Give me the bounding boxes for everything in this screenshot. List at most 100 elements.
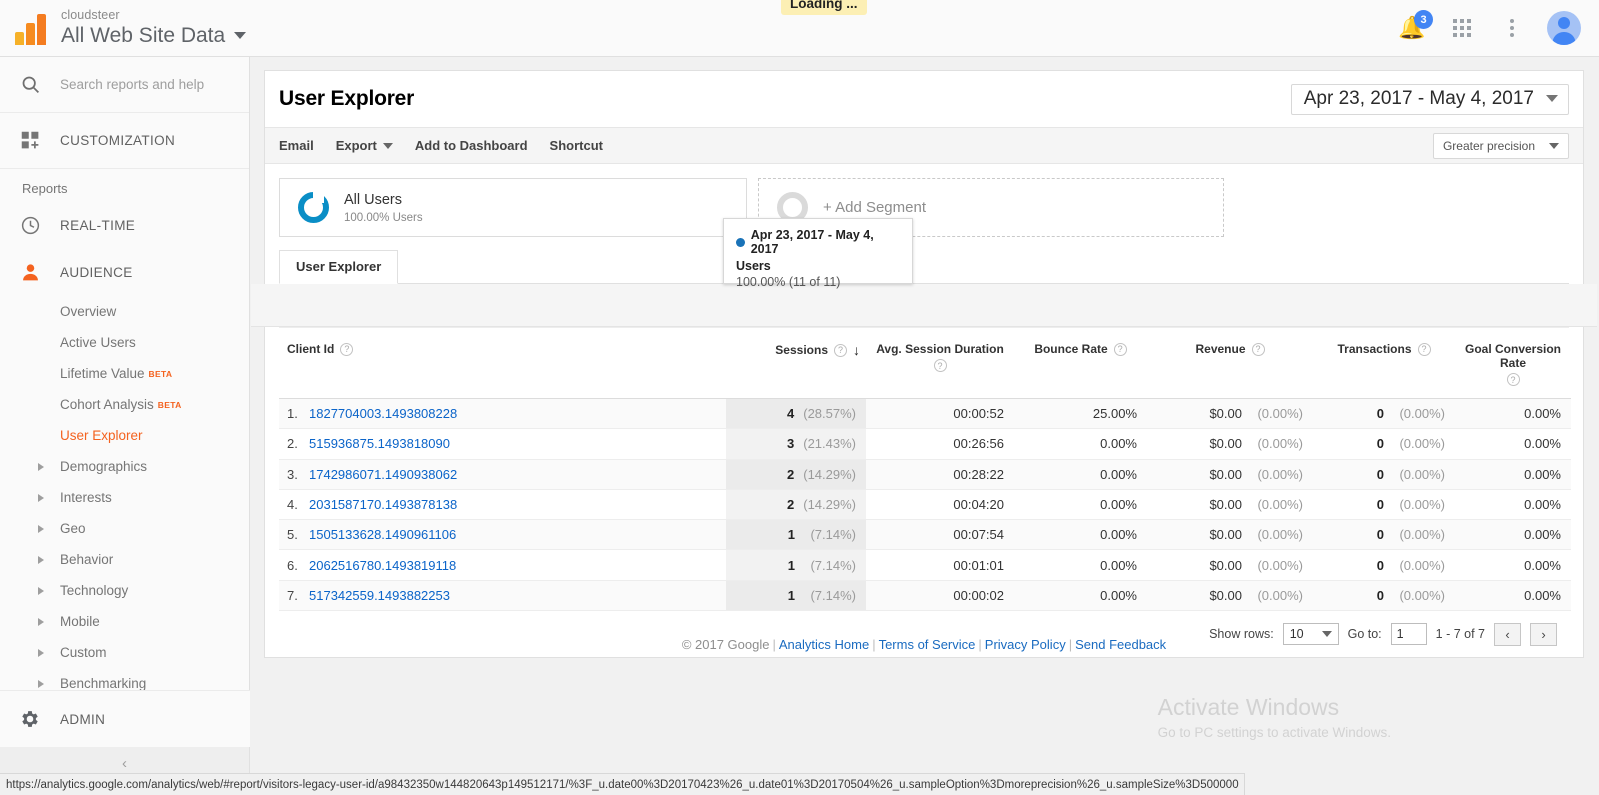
bounce-rate-label: Bounce Rate	[1034, 342, 1108, 356]
sidebar-item-lifetime-value[interactable]: Lifetime Value BETA	[0, 358, 249, 389]
sort-descending-icon[interactable]: ↓	[853, 342, 860, 358]
segment-text: All Users 100.00% Users	[344, 191, 423, 224]
help-icon[interactable]: ?	[1417, 342, 1431, 356]
sidebar-item-geo[interactable]: Geo	[0, 513, 249, 544]
client-id-link[interactable]: 515936875.1493818090	[309, 436, 450, 451]
cell-revenue: $0.00 (0.00%)	[1147, 519, 1313, 551]
avatar[interactable]	[1547, 11, 1581, 45]
sidebar-item-customization[interactable]: CUSTOMIZATION	[0, 113, 249, 169]
expand-triangle-icon	[38, 524, 44, 533]
footer-link[interactable]: Terms of Service	[879, 637, 976, 652]
segment-percentage: 100.00% Users	[344, 211, 423, 224]
footer-separator: |	[978, 637, 982, 652]
column-header-revenue[interactable]: Revenue ?	[1147, 328, 1313, 399]
column-header-transactions[interactable]: Transactions ?	[1313, 328, 1455, 399]
column-header-client-id[interactable]: Client Id ?	[279, 328, 726, 399]
cell-client-id[interactable]: 4. 2031587170.1493878138	[279, 489, 726, 521]
revenue-value: $0.00	[1209, 466, 1242, 482]
sidebar-item-real-time[interactable]: REAL-TIME	[0, 202, 249, 249]
add-to-dashboard-button[interactable]: Add to Dashboard	[415, 138, 528, 153]
client-id-link[interactable]: 517342559.1493882253	[309, 588, 450, 603]
cell-client-id[interactable]: 5. 1505133628.1490961106	[279, 519, 726, 551]
help-icon[interactable]: ?	[1506, 373, 1520, 386]
sidebar-item-label: Mobile	[60, 614, 100, 629]
notifications-button[interactable]: 🔔 3	[1397, 10, 1433, 43]
tooltip-range-row: Apr 23, 2017 - May 4, 2017	[736, 228, 900, 256]
sidebar-item-label: User Explorer	[60, 428, 143, 443]
export-button[interactable]: Export	[336, 138, 393, 153]
clock-icon	[0, 215, 60, 236]
transactions-percent: (0.00%)	[1399, 557, 1445, 573]
tab-user-explorer[interactable]: User Explorer	[279, 250, 399, 284]
sidebar-item-user-explorer[interactable]: User Explorer	[0, 420, 249, 451]
revenue-percent: (0.00%)	[1257, 436, 1303, 452]
cell-client-id[interactable]: 6. 2062516780.1493819118	[279, 549, 726, 581]
sidebar-item-behavior[interactable]: Behavior	[0, 544, 249, 575]
sidebar-item-technology[interactable]: Technology	[0, 575, 249, 606]
column-header-goal-conversion-rate[interactable]: Goal Conversion Rate ?	[1455, 328, 1571, 399]
sidebar-item-label: Overview	[60, 304, 117, 319]
table-row[interactable]: 4. 2031587170.1493878138 2 (14.29%) 00:04:20…	[279, 489, 1571, 521]
search-row	[0, 57, 249, 113]
sidebar-item-interests[interactable]: Interests	[0, 482, 249, 513]
cell-client-id[interactable]: 1. 1827704003.1493808228	[279, 398, 726, 430]
segment-all-users[interactable]: All Users 100.00% Users	[279, 178, 747, 237]
table-row[interactable]: 5. 1505133628.1490961106 1 (7.14%) 00:07:54 0…	[279, 519, 1571, 551]
cell-goal-conversion-rate: 0.00%	[1455, 519, 1571, 551]
help-icon[interactable]: ?	[340, 342, 354, 356]
column-header-avg-session-duration[interactable]: Avg. Session Duration ?	[866, 328, 1014, 399]
help-icon[interactable]: ?	[933, 359, 947, 372]
cell-client-id[interactable]: 3. 1742986071.1490938062	[279, 459, 726, 490]
sidebar-item-custom[interactable]: Custom	[0, 637, 249, 668]
sidebar-item-admin[interactable]: ADMIN	[0, 690, 250, 747]
cell-avg-session-duration: 00:26:56	[866, 428, 1014, 460]
table-row[interactable]: 6. 2062516780.1493819118 1 (7.14%) 00:01:01 0…	[279, 549, 1571, 581]
cell-client-id[interactable]: 2. 515936875.1493818090	[279, 428, 726, 460]
sidebar-item-overview[interactable]: Overview	[0, 296, 249, 327]
row-index: 3.	[287, 466, 298, 482]
cell-client-id[interactable]: 7. 517342559.1493882253	[279, 580, 726, 612]
sessions-percent: (14.29%)	[803, 466, 856, 482]
cell-transactions: 0 (0.00%)	[1313, 549, 1455, 581]
footer-link[interactable]: Analytics Home	[779, 637, 869, 652]
sidebar-item-cohort-analysis[interactable]: Cohort Analysis BETA	[0, 389, 249, 420]
column-header-bounce-rate[interactable]: Bounce Rate ?	[1014, 328, 1147, 399]
client-id-link[interactable]: 1505133628.1490961106	[309, 527, 456, 542]
footer-link[interactable]: Send Feedback	[1075, 637, 1166, 652]
table-row[interactable]: 3. 1742986071.1490938062 2 (14.29%) 00:28:22…	[279, 459, 1571, 490]
sessions-value: 2	[787, 497, 795, 513]
help-icon[interactable]: ?	[834, 343, 847, 357]
cell-revenue: $0.00 (0.00%)	[1147, 459, 1313, 490]
revenue-percent: (0.00%)	[1257, 557, 1303, 573]
sidebar-item-audience[interactable]: AUDIENCE	[0, 249, 249, 296]
beta-badge: BETA	[157, 399, 182, 410]
sidebar-item-mobile[interactable]: Mobile	[0, 606, 249, 637]
table-row[interactable]: 7. 517342559.1493882253 1 (7.14%) 00:00:02 0.…	[279, 580, 1571, 612]
client-id-link[interactable]: 2062516780.1493819118	[309, 558, 456, 573]
help-icon[interactable]: ?	[1251, 342, 1265, 356]
cell-transactions: 0 (0.00%)	[1313, 519, 1455, 551]
client-id-link[interactable]: 2031587170.1493878138	[309, 497, 457, 512]
precision-selector[interactable]: Greater precision	[1432, 132, 1569, 159]
shortcut-button[interactable]: Shortcut	[550, 138, 603, 153]
sidebar-item-demographics[interactable]: Demographics	[0, 451, 249, 482]
search-input[interactable]	[60, 77, 240, 92]
transactions-value: 0	[1376, 406, 1384, 422]
sessions-percent: (28.57%)	[803, 406, 856, 422]
table-row[interactable]: 1. 1827704003.1493808228 4 (28.57%) 00:00:52…	[279, 398, 1571, 430]
client-id-link[interactable]: 1827704003.1493808228	[309, 406, 457, 421]
client-id-link[interactable]: 1742986071.1490938062	[309, 467, 457, 482]
data-table-wrapper: Client Id ? Sessions ? ↓ Avg. Session Du…	[279, 327, 1571, 657]
footer-link[interactable]: Privacy Policy	[985, 637, 1066, 652]
more-options-button[interactable]	[1497, 13, 1527, 43]
account-selector[interactable]: cloudsteer All Web Site Data	[56, 9, 247, 46]
help-icon[interactable]: ?	[1113, 342, 1127, 356]
table-row[interactable]: 2. 515936875.1493818090 3 (21.43%) 00:26:56 0…	[279, 428, 1571, 460]
table-header: Client Id ? Sessions ? ↓ Avg. Session Du…	[279, 328, 1571, 399]
apps-grid-button[interactable]	[1447, 13, 1477, 43]
sidebar-item-label: Cohort Analysis	[60, 397, 154, 412]
date-range-picker[interactable]: Apr 23, 2017 - May 4, 2017	[1290, 83, 1569, 115]
sidebar-item-active-users[interactable]: Active Users	[0, 327, 249, 358]
column-header-sessions[interactable]: Sessions ? ↓	[726, 328, 866, 399]
email-button[interactable]: Email	[279, 138, 314, 153]
